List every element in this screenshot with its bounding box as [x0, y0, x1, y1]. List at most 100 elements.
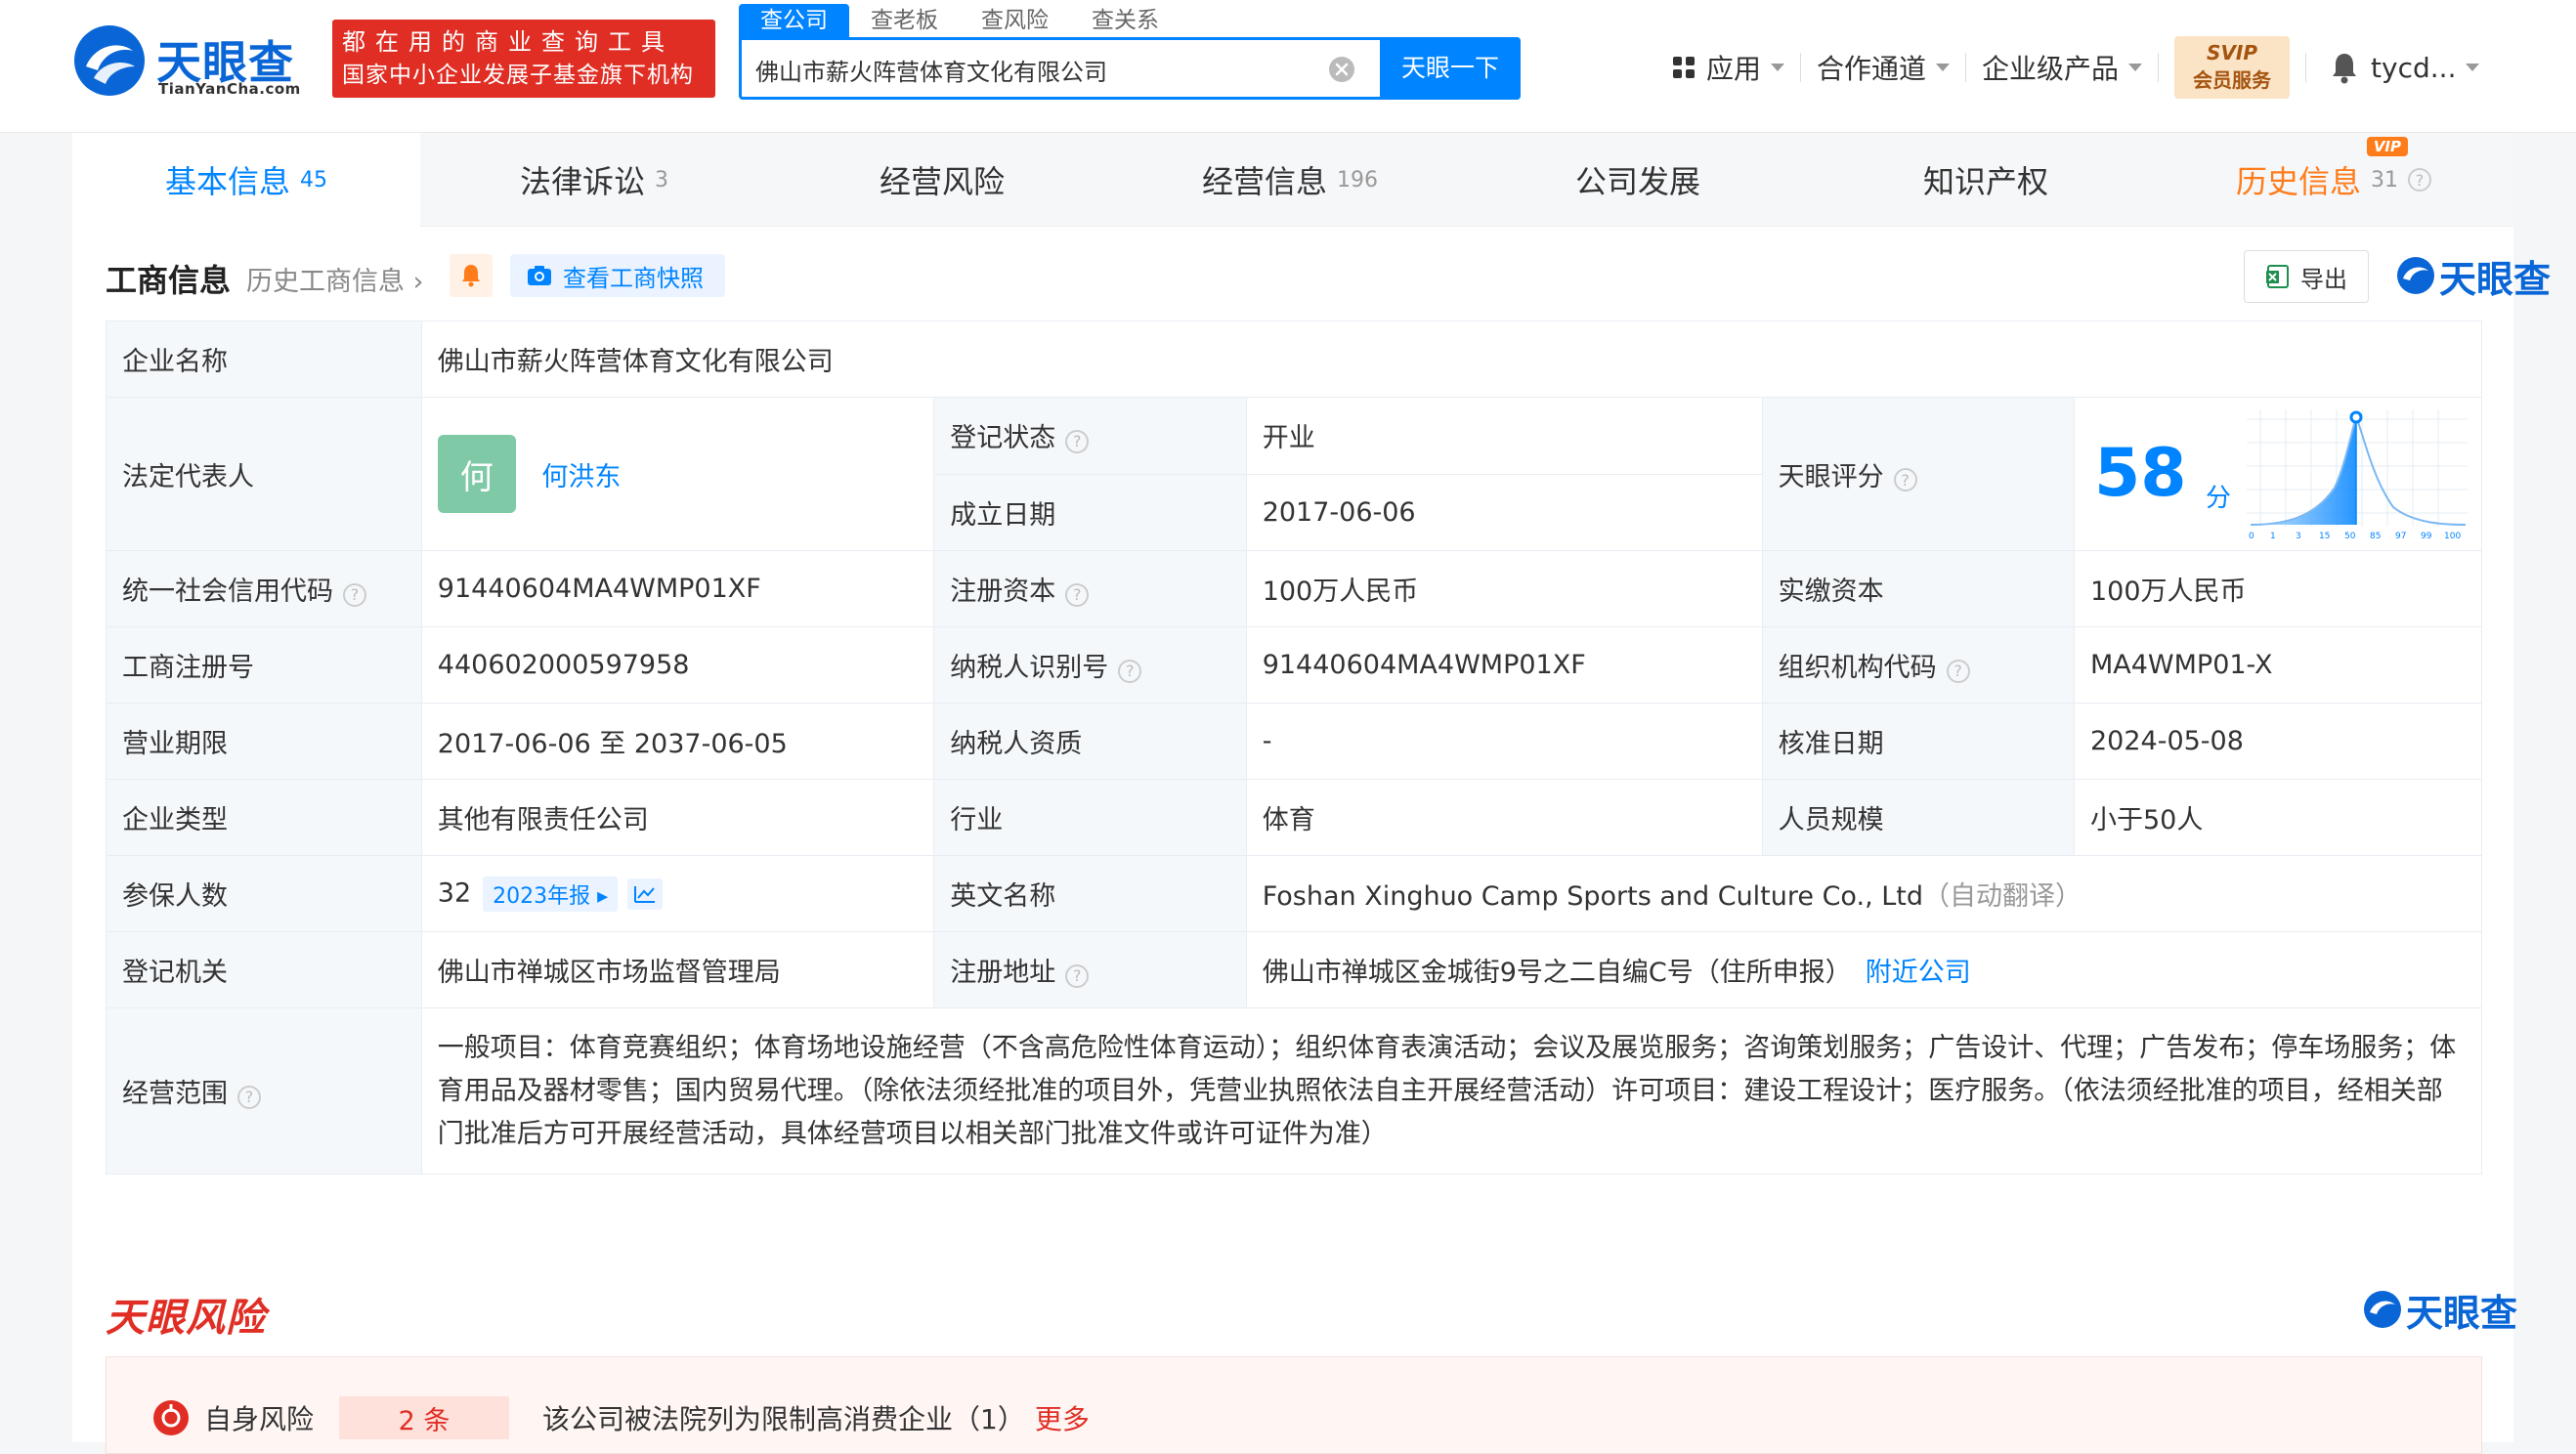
- annual-report-link[interactable]: 2023年报 ▸: [483, 876, 619, 912]
- score-axis-tick: 97: [2395, 532, 2406, 541]
- monitor-button[interactable]: [450, 254, 493, 297]
- search-tab-boss[interactable]: 查老板: [849, 4, 960, 37]
- credit-code-label: 统一社会信用代码: [122, 577, 333, 607]
- reg-capital-value: 100万人民币: [1245, 550, 1763, 627]
- scope-label: 经营范围: [122, 1079, 228, 1109]
- help-icon[interactable]: ?: [1946, 659, 1970, 683]
- nav-enterprise-label: 企业级产品: [1982, 53, 2120, 85]
- credit-code-value: 91440604MA4WMP01XF: [420, 550, 935, 627]
- brand-logo: 天眼查: [2396, 254, 2551, 301]
- divider: [2158, 53, 2160, 82]
- slogan-line-2: 国家中小企业发展子基金旗下机构: [342, 63, 694, 88]
- tab-basic-info[interactable]: 基本信息 45: [72, 133, 420, 227]
- reg-status-value: 开业: [1245, 397, 1763, 475]
- search-button[interactable]: 天眼一下: [1380, 37, 1521, 100]
- reg-status-label: 登记状态: [950, 423, 1056, 454]
- taxpayer-qual-value: -: [1245, 703, 1763, 780]
- company-name-value: 佛山市薪火阵营体育文化有限公司: [420, 321, 2483, 398]
- brand-text: 天眼查: [2439, 257, 2552, 301]
- section-title: 工商信息: [106, 262, 232, 299]
- score-cell[interactable]: 58 分 0 1 3 15 50 85 97 99 100: [2073, 397, 2483, 551]
- nav-apps-label: 应用: [1706, 53, 1762, 85]
- nav-channel[interactable]: 合作通道: [1817, 48, 1951, 87]
- scope-key: 经营范围?: [106, 1007, 422, 1175]
- tab-development[interactable]: 公司发展: [1464, 133, 1812, 227]
- nav-enterprise[interactable]: 企业级产品: [1982, 48, 2143, 87]
- top-header: 天眼查 TianYanCha.com 都在用的商业查询工具 国家中小企业发展子基…: [0, 0, 2576, 133]
- nearby-companies-link[interactable]: 附近公司: [1866, 958, 1971, 988]
- logo[interactable]: 天眼查 TianYanCha.com: [72, 21, 319, 100]
- help-icon[interactable]: ?: [1065, 582, 1090, 607]
- tab-operating-info[interactable]: 经营信息 196: [1116, 133, 1464, 227]
- help-icon[interactable]: ?: [343, 582, 366, 607]
- reg-capital-label: 注册资本: [950, 577, 1056, 607]
- staff-key: 人员规模: [1761, 779, 2075, 856]
- reg-no-value: 440602000597958: [420, 626, 935, 704]
- industry-key: 行业: [933, 779, 1247, 856]
- address-cell: 佛山市禅城区金城街9号之二自编C号（住所申报） 附近公司: [1245, 931, 2483, 1008]
- taxpayer-id-value: 91440604MA4WMP01XF: [1245, 626, 1763, 704]
- detail-tabs: 基本信息 45 法律诉讼 3 经营风险 经营信息 196 公司发展 知识产权 VIP …: [72, 133, 2513, 227]
- help-icon[interactable]: ?: [237, 1085, 261, 1109]
- tab-count: 3: [655, 167, 668, 192]
- search-area: 查公司 查老板 查风险 查关系 天眼一下: [739, 4, 1521, 100]
- avatar[interactable]: 何: [437, 435, 516, 513]
- reg-capital-key: 注册资本?: [933, 550, 1247, 627]
- address-key: 注册地址?: [933, 931, 1247, 1008]
- score-axis-tick: 100: [2444, 532, 2461, 541]
- search-input[interactable]: [755, 50, 1312, 89]
- tab-history[interactable]: VIP 历史信息 31 ?: [2160, 133, 2508, 227]
- legal-rep-cell: 何 何洪东: [420, 397, 935, 551]
- taxpayer-id-label: 纳税人识别号: [950, 653, 1109, 683]
- warning-icon: [153, 1400, 189, 1435]
- bell-icon[interactable]: [2330, 51, 2359, 84]
- history-link-label: 历史工商信息: [246, 267, 405, 297]
- nav-apps[interactable]: 应用: [1673, 48, 1785, 87]
- svip-title: SVIP: [2207, 41, 2258, 64]
- authority-key: 登记机关: [106, 931, 422, 1008]
- score-axis-tick: 99: [2421, 532, 2432, 541]
- svip-button[interactable]: SVIP 会员服务: [2174, 36, 2291, 99]
- bell-icon: [462, 265, 480, 287]
- vip-badge: VIP: [2366, 137, 2408, 156]
- tab-ip[interactable]: 知识产权: [1812, 133, 2160, 227]
- apps-grid-icon: [1673, 57, 1695, 78]
- paid-capital-value: 100万人民币: [2073, 550, 2483, 627]
- user-menu[interactable]: tycd...: [2371, 52, 2480, 84]
- help-icon[interactable]: ?: [2408, 168, 2431, 192]
- search-tab-company[interactable]: 查公司: [739, 4, 849, 37]
- slogan-line-1: 都在用的商业查询工具: [342, 28, 674, 56]
- tab-label: 基本信息: [164, 163, 290, 200]
- tab-label: 知识产权: [1922, 163, 2048, 200]
- trend-chart-icon[interactable]: [627, 877, 664, 910]
- help-icon[interactable]: ?: [1065, 963, 1090, 988]
- search-tabs: 查公司 查老板 查风险 查关系: [739, 4, 1181, 37]
- address-label: 注册地址: [950, 958, 1056, 988]
- search-tab-relation[interactable]: 查关系: [1070, 4, 1181, 37]
- approve-date-key: 核准日期: [1761, 703, 2075, 780]
- help-icon[interactable]: ?: [1065, 429, 1090, 453]
- score-unit: 分: [2205, 484, 2231, 513]
- reg-status-key: 登记状态?: [933, 397, 1247, 475]
- help-icon[interactable]: ?: [1893, 468, 1917, 492]
- tab-lawsuits[interactable]: 法律诉讼 3: [420, 133, 768, 227]
- tab-label: 历史信息: [2235, 163, 2361, 200]
- self-risk-count[interactable]: 2 条: [339, 1396, 510, 1439]
- export-button[interactable]: 导出: [2244, 250, 2369, 303]
- snapshot-button[interactable]: 查看工商快照: [510, 254, 725, 297]
- score-axis-tick: 0: [2249, 532, 2254, 541]
- export-label: 导出: [2300, 265, 2347, 293]
- chevron-down-icon: [2466, 64, 2480, 71]
- search-tab-risk[interactable]: 查风险: [960, 4, 1070, 37]
- tab-operating-risk[interactable]: 经营风险: [768, 133, 1116, 227]
- tab-label: 经营风险: [879, 163, 1005, 200]
- snapshot-label: 查看工商快照: [563, 264, 704, 292]
- score-label: 天眼评分: [1778, 461, 1884, 492]
- legal-rep-link[interactable]: 何洪东: [541, 462, 621, 492]
- help-icon[interactable]: ?: [1118, 659, 1142, 683]
- clear-icon[interactable]: [1328, 56, 1355, 83]
- more-link[interactable]: 更多: [1035, 1398, 1090, 1437]
- history-link[interactable]: 历史工商信息 ›: [246, 260, 423, 298]
- address-value: 佛山市禅城区金城街9号之二自编C号（住所申报）: [1262, 958, 1852, 988]
- brand-text: 天眼查: [2406, 1291, 2518, 1335]
